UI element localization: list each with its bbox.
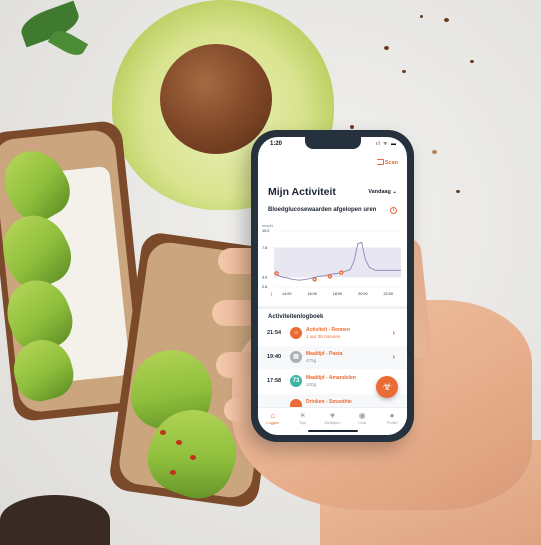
- period-dropdown[interactable]: Vandaag ⌄: [368, 189, 397, 195]
- event-marker-center: [329, 275, 331, 278]
- crumb: [402, 70, 406, 73]
- chili-flake: [160, 430, 166, 435]
- log-entry[interactable]: 19:40 ▤ Maaltijd - Pasta 475g ›: [258, 346, 407, 369]
- log-entry-time: 21:54: [267, 330, 282, 336]
- status-time: 1:20: [270, 141, 283, 147]
- log-title: Activiteitenlogboek: [268, 314, 324, 320]
- lightbulb-icon: ☀: [299, 411, 307, 420]
- chevron-right-icon: ›: [392, 352, 395, 361]
- home-indicator: [308, 430, 358, 432]
- glucose-chart: mmol/L10.0 7.8 3.9 2.6 14:00 16:00 18:00 20:00 2…: [262, 224, 401, 296]
- crumb: [384, 46, 389, 50]
- y-tick-label: 10.0: [262, 229, 269, 233]
- log-entry[interactable]: 21:54 ☼ Activiteit - Rennen 1 uur 30 minute…: [258, 322, 407, 345]
- runner-icon: ☼: [290, 327, 302, 339]
- log-entry-name: Drinken - Smoothie: [306, 399, 352, 405]
- walking-person-icon[interactable]: ☣: [376, 376, 398, 398]
- x-tick-label: 22:00: [384, 292, 394, 296]
- dark-bread-photo: [0, 495, 110, 545]
- x-tick-label: 20:00: [358, 292, 368, 296]
- scan-button[interactable]: Scan: [376, 159, 398, 166]
- tab-label: Chat: [358, 421, 367, 425]
- chat-icon: ◉: [358, 411, 366, 420]
- log-entry-detail: 475g: [306, 358, 317, 363]
- chevron-right-icon: ›: [392, 328, 395, 337]
- heart-icon: ♥: [330, 411, 335, 420]
- tab-label: Profiel: [386, 421, 398, 425]
- log-entry-name: Maaltijd - Amandelen: [306, 375, 356, 381]
- page-title: Mijn Activiteit: [268, 186, 336, 198]
- chili-flake: [190, 455, 196, 460]
- log-entry-detail: 1 uur 30 minuten: [306, 334, 341, 339]
- chili-flake: [170, 470, 176, 475]
- log-entry-time: 17:58: [267, 378, 282, 384]
- avocado-seed-photo: [160, 44, 272, 154]
- y-tick-label: 7.8: [262, 246, 267, 250]
- meal-icon: 73: [290, 375, 302, 387]
- tab-profiel[interactable]: ● Profiel: [379, 411, 405, 435]
- x-tick-label: 16:00: [307, 292, 317, 296]
- crumb: [456, 190, 460, 193]
- x-axis-start: |: [271, 292, 272, 296]
- crumb: [444, 18, 449, 22]
- phone-notch: [305, 137, 361, 149]
- smartphone-frame: 1:20 ıl ᯤ ▬ Scan Mijn Activiteit Vandaag…: [251, 130, 414, 442]
- home-icon: ⌂: [270, 411, 276, 420]
- crumb: [420, 15, 423, 18]
- chart-title: Bloedglucosewaarden afgelopen uren: [268, 207, 377, 213]
- tab-label: Metkijken: [324, 421, 341, 425]
- crumb: [470, 60, 474, 63]
- tab-loggen[interactable]: ⌂ Loggen: [260, 411, 286, 435]
- x-tick-label: 14:00: [282, 292, 292, 296]
- event-marker-center: [340, 271, 343, 274]
- scan-label: Scan: [384, 160, 398, 166]
- profile-icon: ●: [389, 411, 395, 420]
- meal-icon: ▤: [290, 351, 302, 363]
- chili-flake: [176, 440, 182, 445]
- section-divider: [258, 306, 407, 309]
- y-tick-label: 2.6: [262, 285, 267, 289]
- crumb: [432, 150, 437, 154]
- tab-label: Loggen: [266, 421, 280, 425]
- chart-unit-label: mmol/L: [262, 224, 274, 228]
- log-entry-detail: 100g: [306, 382, 317, 387]
- crumb: [350, 125, 354, 129]
- info-icon[interactable]: i: [390, 207, 397, 214]
- event-marker-center: [275, 272, 278, 275]
- app-screen: 1:20 ıl ᯤ ▬ Scan Mijn Activiteit Vandaag…: [258, 137, 407, 435]
- event-marker-center: [313, 278, 316, 281]
- tab-label: Tips: [299, 421, 307, 425]
- x-tick-label: 18:00: [333, 292, 343, 296]
- log-entry-name: Activiteit - Rennen: [306, 327, 350, 333]
- status-icons: ıl ᯤ ▬: [376, 141, 397, 147]
- target-range-band: [274, 247, 401, 278]
- y-tick-label: 3.9: [262, 275, 267, 279]
- log-entry-time: 19:40: [267, 354, 282, 360]
- log-entry-name: Maaltijd - Pasta: [306, 351, 343, 357]
- scan-icon: [376, 159, 384, 165]
